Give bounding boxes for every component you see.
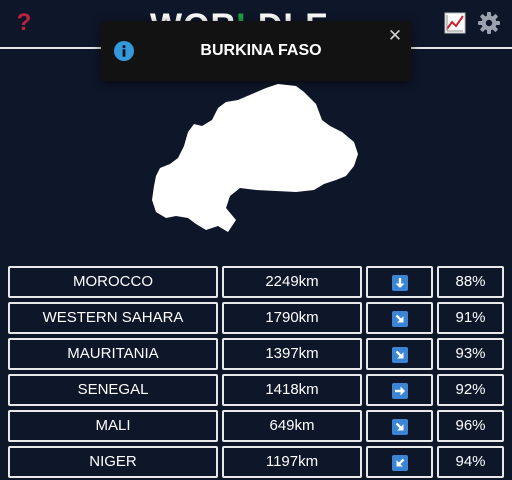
direction-arrow-icon <box>392 311 408 327</box>
guess-direction <box>366 338 433 370</box>
guess-direction <box>366 302 433 334</box>
settings-gear-icon[interactable] <box>477 11 501 35</box>
guess-distance: 1197km <box>222 446 362 478</box>
guess-proximity: 94% <box>437 446 504 478</box>
direction-arrow-icon <box>392 419 408 435</box>
guess-proximity: 96% <box>437 410 504 442</box>
guess-distance: 1397km <box>222 338 362 370</box>
guess-direction <box>366 446 433 478</box>
direction-arrow-icon <box>392 455 408 471</box>
guess-proximity: 91% <box>437 302 504 334</box>
guess-distance: 649km <box>222 410 362 442</box>
guess-proximity: 93% <box>437 338 504 370</box>
guess-row: MOROCCO 2249km 88% <box>8 266 504 298</box>
guess-country: NIGER <box>8 446 218 478</box>
guess-distance: 2249km <box>222 266 362 298</box>
guess-country: SENEGAL <box>8 374 218 406</box>
guess-country: MOROCCO <box>8 266 218 298</box>
guess-country: MALI <box>8 410 218 442</box>
guess-direction <box>366 374 433 406</box>
guess-country: MAURITANIA <box>8 338 218 370</box>
guess-direction <box>366 266 433 298</box>
guess-distance: 1790km <box>222 302 362 334</box>
guess-row: WESTERN SAHARA 1790km 91% <box>8 302 504 334</box>
guess-proximity: 92% <box>437 374 504 406</box>
direction-arrow-icon <box>392 383 408 399</box>
country-silhouette <box>146 80 362 236</box>
guess-row: SENEGAL 1418km 92% <box>8 374 504 406</box>
direction-arrow-icon <box>392 275 408 291</box>
stats-chart-icon[interactable] <box>444 12 466 34</box>
toast-message: BURKINA FASO <box>200 42 322 59</box>
info-icon <box>114 41 134 61</box>
guess-proximity: 88% <box>437 266 504 298</box>
guess-direction <box>366 410 433 442</box>
guess-country: WESTERN SAHARA <box>8 302 218 334</box>
direction-arrow-icon <box>392 347 408 363</box>
answer-toast: BURKINA FASO ✕ <box>101 21 411 81</box>
guess-row: MAURITANIA 1397km 93% <box>8 338 504 370</box>
guess-row: NIGER 1197km 94% <box>8 446 504 478</box>
close-icon[interactable]: ✕ <box>387 26 403 46</box>
help-icon[interactable]: ? <box>14 8 34 38</box>
guess-distance: 1418km <box>222 374 362 406</box>
guess-row: MALI 649km 96% <box>8 410 504 442</box>
